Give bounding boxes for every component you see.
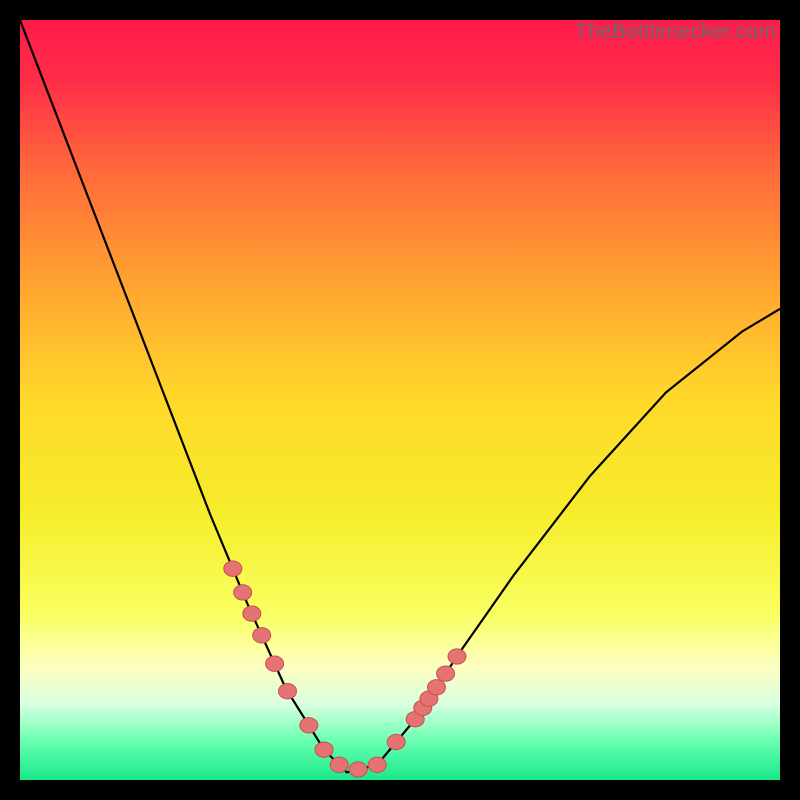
data-point — [330, 757, 348, 772]
chart-frame: TheBottlenecker.com — [20, 20, 780, 780]
data-point — [368, 757, 386, 772]
data-point — [266, 656, 284, 671]
data-point — [448, 649, 466, 664]
data-point — [349, 762, 367, 777]
bottleneck-chart — [20, 20, 780, 780]
data-point — [279, 684, 297, 699]
data-point — [428, 680, 446, 695]
gradient-background — [20, 20, 780, 780]
data-point — [315, 742, 333, 757]
data-point — [253, 628, 271, 643]
data-point — [437, 666, 455, 681]
data-point — [387, 734, 405, 749]
data-point — [243, 606, 261, 621]
data-point — [224, 561, 242, 576]
data-point — [234, 585, 252, 600]
data-point — [300, 718, 318, 733]
watermark-label: TheBottlenecker.com — [575, 20, 776, 44]
